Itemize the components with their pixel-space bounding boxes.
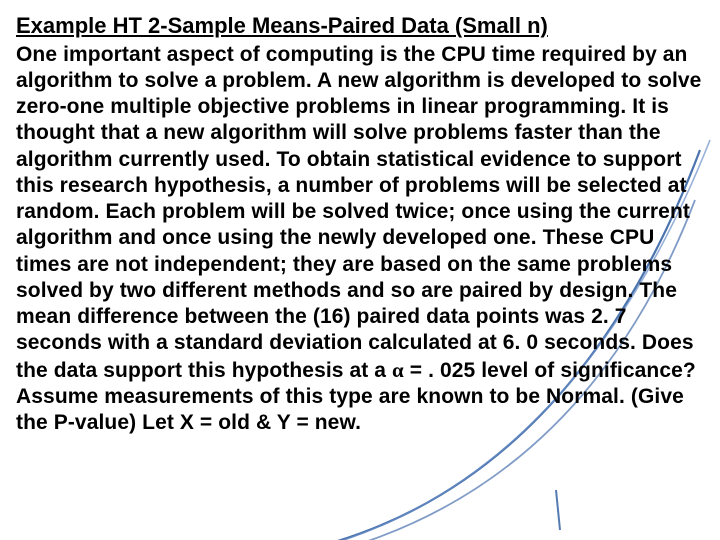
alpha-symbol: α (392, 358, 404, 382)
body-text-before-alpha: One important aspect of computing is the… (16, 43, 701, 382)
slide: Example HT 2-Sample Means-Paired Data (S… (0, 0, 720, 540)
slide-body: One important aspect of computing is the… (16, 42, 704, 437)
slide-title: Example HT 2-Sample Means-Paired Data (S… (16, 12, 704, 40)
content-area: Example HT 2-Sample Means-Paired Data (S… (0, 0, 720, 452)
